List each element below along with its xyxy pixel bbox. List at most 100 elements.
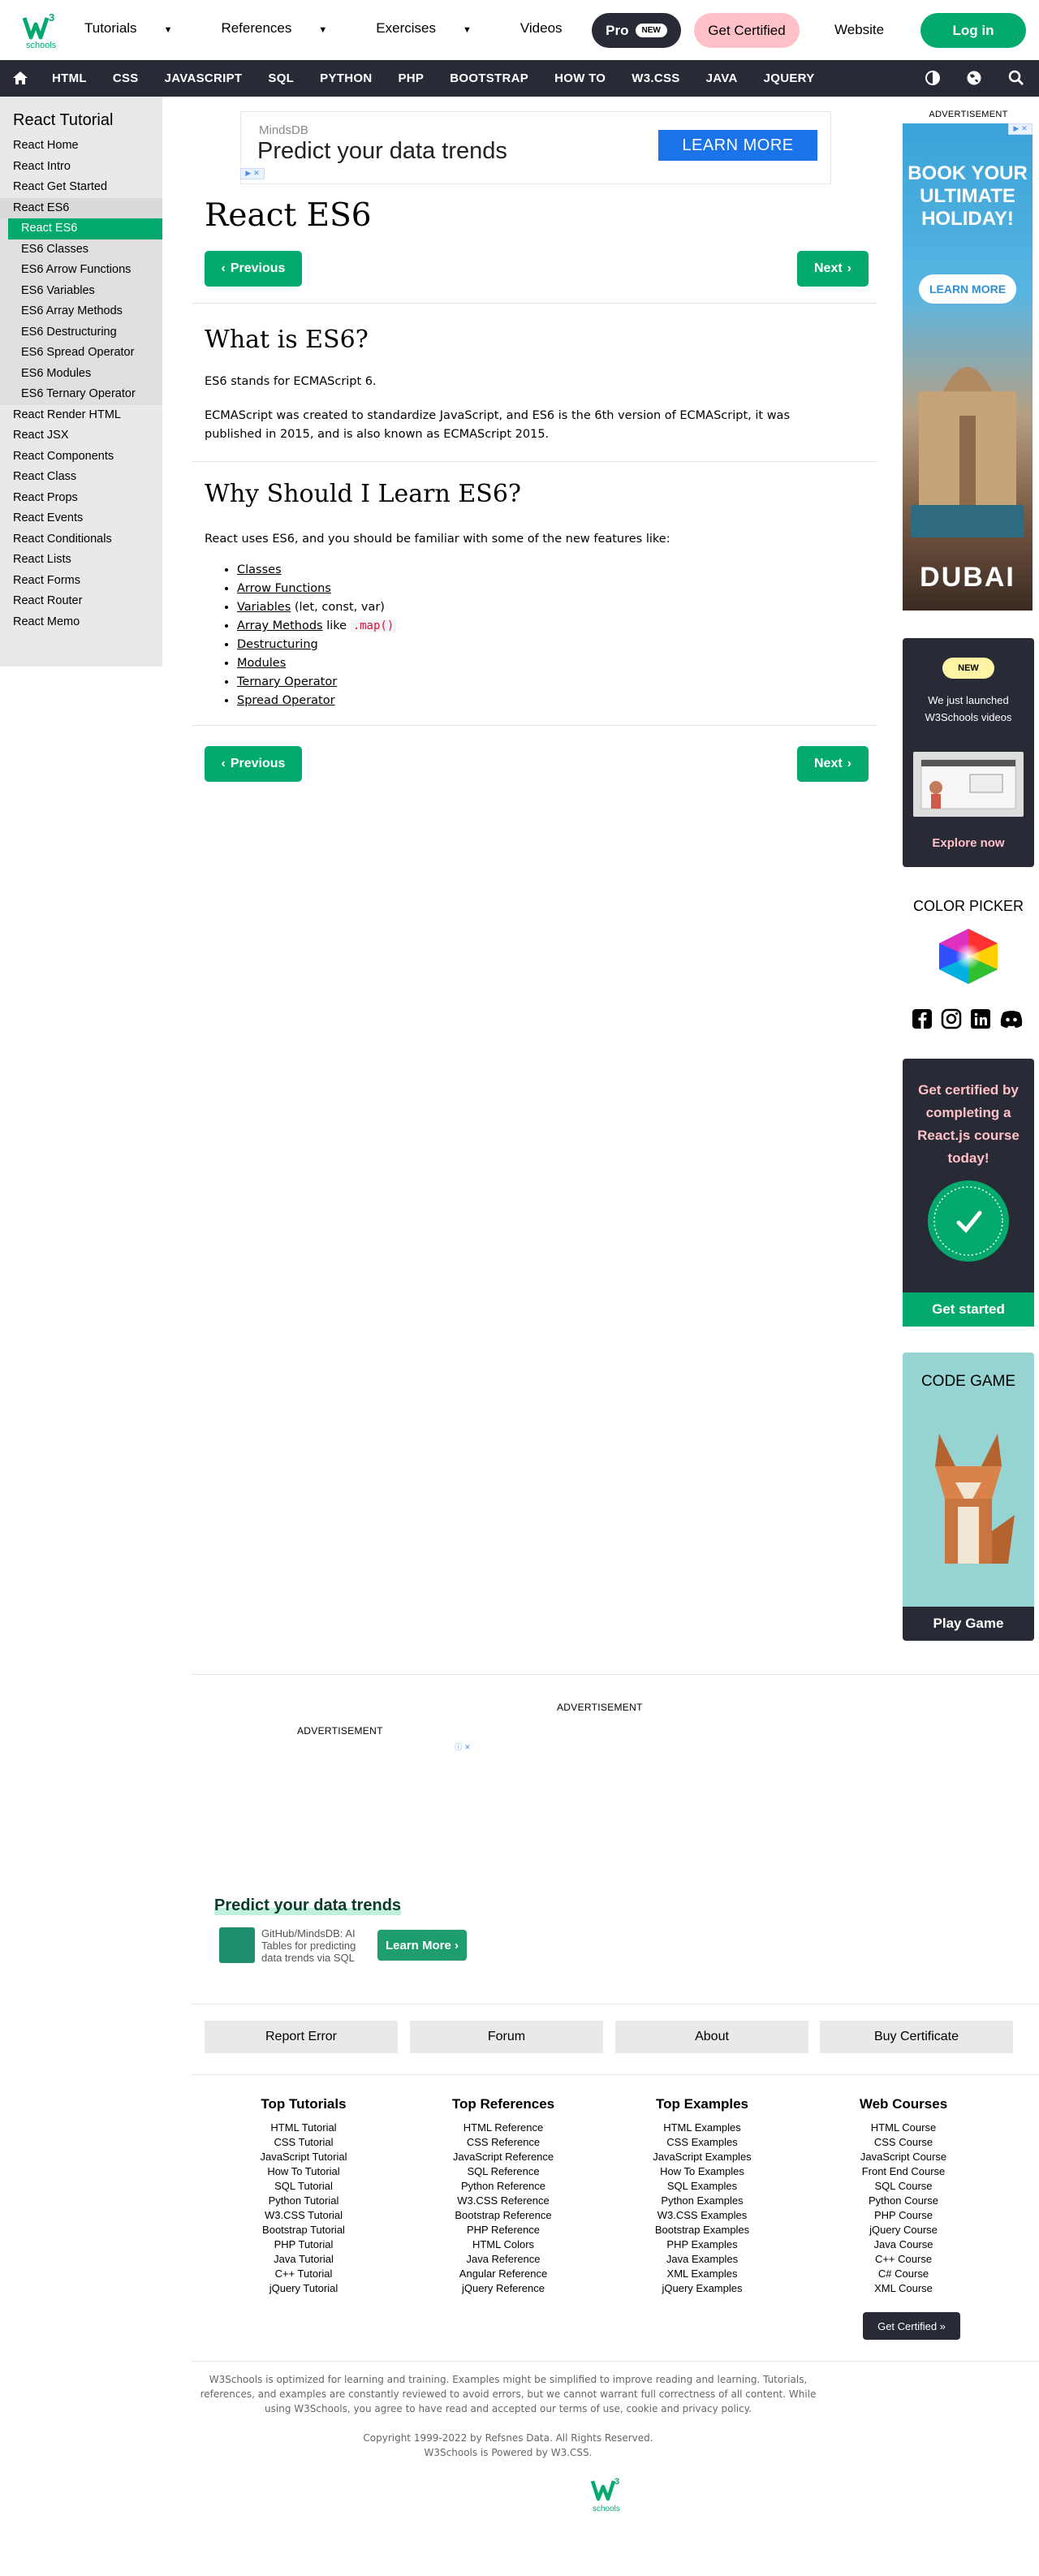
link-classes[interactable]: Classes (237, 563, 282, 576)
report-error-button[interactable]: Report Error (205, 2021, 398, 2053)
facebook-icon[interactable] (911, 1008, 933, 1030)
lang-nav-item[interactable]: JAVA (693, 71, 751, 85)
sidebar-item[interactable]: React ES6 (8, 218, 162, 239)
link-variables[interactable]: Variables (237, 601, 291, 614)
footer-link[interactable]: jQuery Reference (414, 2281, 593, 2296)
footer-link[interactable]: W3.CSS Tutorial (214, 2208, 393, 2223)
sidebar-item[interactable]: React Class (0, 467, 162, 488)
contrast-icon[interactable] (925, 70, 941, 86)
footer-link[interactable]: W3.CSS Examples (613, 2208, 791, 2223)
lang-nav-item[interactable]: JAVASCRIPT (152, 71, 256, 85)
footer-link[interactable]: Bootstrap Tutorial (214, 2223, 393, 2237)
footer-link[interactable]: SQL Reference (414, 2164, 593, 2179)
bottom-ad-learn-more-button[interactable]: Learn More › (377, 1930, 467, 1961)
link-destructuring[interactable]: Destructuring (237, 638, 318, 651)
lang-nav-item[interactable]: PHP (385, 71, 437, 85)
lang-nav-item[interactable]: PYTHON (307, 71, 385, 85)
lang-nav-item[interactable]: SQL (255, 71, 307, 85)
sidebar-item[interactable]: React Home (0, 136, 162, 157)
certification-promo[interactable]: Get certified by completing a React.js c… (903, 1059, 1034, 1327)
footer-link[interactable]: HTML Reference (414, 2121, 593, 2135)
website-link[interactable]: Website (834, 22, 884, 38)
sidebar-item[interactable]: ES6 Array Methods (0, 301, 162, 322)
footer-link[interactable]: XML Course (814, 2281, 993, 2296)
home-icon[interactable] (11, 69, 29, 87)
footer-link[interactable]: C++ Tutorial (214, 2267, 393, 2281)
color-picker-icon[interactable] (936, 927, 1001, 986)
w3schools-logo[interactable]: 3 schools (589, 2475, 627, 2513)
globe-icon[interactable] (966, 70, 982, 86)
dubai-ad[interactable]: BOOK YOUR ULTIMATE HOLIDAY! LEARN MORE D… (903, 123, 1033, 611)
ad-choices-icon[interactable]: ▶ ✕ (1008, 123, 1033, 135)
sidebar-item[interactable]: React Router (0, 591, 162, 612)
linkedin-icon[interactable] (969, 1008, 992, 1030)
footer-link[interactable]: CSS Course (814, 2135, 993, 2150)
footer-link[interactable]: How To Examples (613, 2164, 791, 2179)
sidebar-item[interactable]: React Components (0, 447, 162, 468)
sidebar-item[interactable]: ES6 Classes (0, 239, 162, 260)
sidebar-item[interactable]: React Props (0, 488, 162, 509)
search-icon[interactable] (1008, 70, 1024, 86)
footer-link[interactable]: jQuery Tutorial (214, 2281, 393, 2296)
footer-link[interactable]: jQuery Course (814, 2223, 993, 2237)
sidebar-item[interactable]: React Forms (0, 571, 162, 592)
bottom-ad-body[interactable]: GitHub/MindsDB: AI Tables for predicting… (219, 1926, 359, 1965)
login-button[interactable]: Log in (920, 13, 1026, 48)
next-button-bottom[interactable]: Next › (797, 746, 869, 782)
forum-button[interactable]: Forum (410, 2021, 603, 2053)
footer-link[interactable]: W3.CSS Reference (414, 2194, 593, 2208)
top-ad-banner[interactable]: MindsDB Predict your data trends LEARN M… (240, 111, 831, 184)
sidebar-item[interactable]: React Intro (0, 157, 162, 178)
ad-choices-icon[interactable]: ⓘ ✕ (451, 1741, 475, 1752)
sidebar-item[interactable]: React JSX (0, 425, 162, 447)
sidebar-item[interactable]: ES6 Variables (0, 280, 162, 301)
footer-link[interactable]: CSS Examples (613, 2135, 791, 2150)
sidebar-item[interactable]: React Conditionals (0, 529, 162, 550)
dubai-learn-more-button[interactable]: LEARN MORE (919, 274, 1016, 304)
link-modules[interactable]: Modules (237, 657, 286, 670)
ad-learn-more-button[interactable]: LEARN MORE (658, 130, 817, 161)
footer-link[interactable]: JavaScript Reference (414, 2150, 593, 2164)
sidebar-item[interactable]: ES6 Spread Operator (0, 343, 162, 364)
next-button[interactable]: Next › (797, 251, 869, 287)
nav-videos[interactable]: Videos (520, 20, 563, 37)
buy-certificate-button[interactable]: Buy Certificate (820, 2021, 1013, 2053)
about-button[interactable]: About (615, 2021, 808, 2053)
footer-link[interactable]: jQuery Examples (613, 2281, 791, 2296)
footer-link[interactable]: Java Course (814, 2237, 993, 2252)
sidebar-item[interactable]: ES6 Modules (0, 363, 162, 384)
footer-link[interactable]: SQL Course (814, 2179, 993, 2194)
footer-link[interactable]: PHP Course (814, 2208, 993, 2223)
previous-button-bottom[interactable]: ‹ Previous (205, 746, 302, 782)
sidebar-item[interactable]: React Lists (0, 550, 162, 571)
ad-choices-icon[interactable]: ▶ ✕ (240, 168, 265, 179)
footer-link[interactable]: XML Examples (613, 2267, 791, 2281)
footer-link[interactable]: PHP Examples (613, 2237, 791, 2252)
videos-promo[interactable]: NEW We just launched W3Schools videos Ex… (903, 638, 1034, 867)
footer-link[interactable]: HTML Examples (613, 2121, 791, 2135)
discord-icon[interactable] (998, 1008, 1024, 1030)
nav-tutorials[interactable]: Tutorials ▼ (84, 20, 196, 37)
footer-link[interactable]: Python Reference (414, 2179, 593, 2194)
lang-nav-item[interactable]: W3.CSS (619, 71, 692, 85)
footer-link[interactable]: Python Course (814, 2194, 993, 2208)
footer-link[interactable]: Python Examples (613, 2194, 791, 2208)
pro-button[interactable]: Pro NEW (592, 13, 681, 48)
lang-nav-item[interactable]: BOOTSTRAP (437, 71, 541, 85)
link-arrow-functions[interactable]: Arrow Functions (237, 582, 331, 595)
link-spread-operator[interactable]: Spread Operator (237, 694, 335, 707)
sidebar-item[interactable]: React ES6 (0, 197, 162, 218)
link-ternary-operator[interactable]: Ternary Operator (237, 675, 337, 688)
w3schools-logo[interactable]: 3 schools (21, 10, 62, 50)
lang-nav-item[interactable]: JQUERY (751, 71, 828, 85)
footer-link[interactable]: PHP Tutorial (214, 2237, 393, 2252)
instagram-icon[interactable] (940, 1008, 963, 1030)
footer-link[interactable]: HTML Course (814, 2121, 993, 2135)
lang-nav-item[interactable]: HTML (39, 71, 100, 85)
get-certified-button[interactable]: Get Certified (694, 13, 800, 48)
nav-exercises[interactable]: Exercises ▼ (376, 20, 496, 37)
footer-link[interactable]: JavaScript Examples (613, 2150, 791, 2164)
play-game-button[interactable]: Play Game (903, 1607, 1034, 1641)
explore-now-link[interactable]: Explore now (903, 836, 1034, 850)
footer-link[interactable]: Front End Course (814, 2164, 993, 2179)
